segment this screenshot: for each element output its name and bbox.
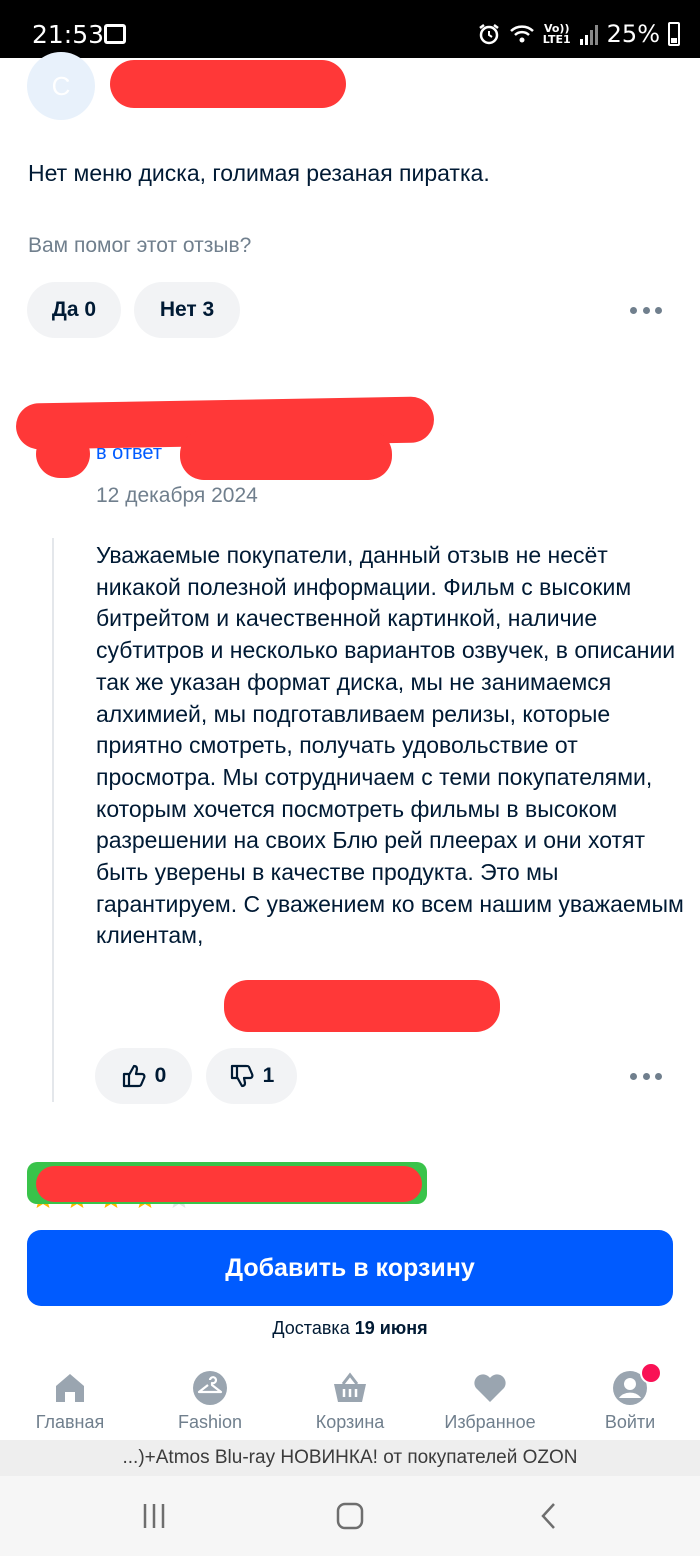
nav-cart[interactable]: Корзина — [280, 1362, 420, 1433]
bottom-nav: Главная Fashion Корзина Избранное Войти — [0, 1362, 700, 1440]
heart-icon — [474, 1374, 506, 1402]
status-icons: Vo)) LTE1 25% — [477, 20, 680, 48]
dislike-button[interactable]: 1 — [206, 1048, 297, 1104]
status-time: 21:53 — [32, 20, 105, 49]
nav-home-label: Главная — [35, 1412, 105, 1432]
helpful-no-label: Нет 3 — [159, 298, 215, 321]
status-bar: 21:53 Vo)) LTE1 25% — [0, 0, 700, 58]
alarm-icon — [479, 24, 499, 45]
review-more-button[interactable] — [630, 306, 662, 314]
nav-favorites-label: Избранное — [444, 1412, 536, 1432]
redacted-reply-target — [180, 430, 392, 480]
review-text: Нет меню диска, голимая резаная пиратка. — [28, 160, 490, 186]
page-title-bar[interactable]: ...)+Atmos Blu-ray НОВИНКА! от покупател… — [0, 1440, 700, 1476]
helpful-yes-label: Да 0 — [51, 298, 97, 321]
wifi-icon — [509, 25, 534, 43]
like-button[interactable]: 0 — [95, 1048, 192, 1104]
nav-fashion[interactable]: Fashion — [140, 1362, 280, 1433]
delivery-prefix: Доставка — [272, 1318, 350, 1338]
reply-to-link[interactable]: в ответ — [96, 442, 162, 465]
delivery-date: 19 июня — [354, 1318, 428, 1338]
back-icon[interactable] — [536, 1502, 564, 1530]
recent-apps-icon[interactable] — [140, 1502, 168, 1530]
hanger-icon — [193, 1371, 227, 1405]
thumbs-down-icon — [230, 1064, 254, 1088]
home-button-icon[interactable] — [336, 1502, 364, 1530]
nav-home[interactable]: Главная — [0, 1362, 140, 1433]
reviewer-avatar[interactable]: С — [27, 52, 95, 120]
nav-fashion-label: Fashion — [177, 1412, 243, 1432]
redacted-next-review-inner — [36, 1166, 422, 1202]
redacted-seller-name-2 — [36, 430, 90, 478]
helpful-no-button[interactable]: Нет 3 — [134, 282, 240, 338]
redacted-reviewer-name — [110, 60, 346, 108]
signal-icon — [579, 25, 598, 45]
reply-date: 12 декабря 2024 — [96, 484, 258, 507]
basket-icon — [334, 1372, 366, 1402]
like-count: 0 — [154, 1064, 167, 1087]
battery-percent: 25% — [606, 20, 660, 48]
battery-icon — [668, 22, 680, 46]
reply-divider — [52, 538, 54, 1102]
gallery-notification-icon — [104, 24, 126, 44]
nav-favorites[interactable]: Избранное — [420, 1362, 560, 1433]
thumbs-up-icon — [122, 1064, 146, 1088]
network-type: Vo)) LTE1 — [542, 22, 571, 46]
notification-badge — [640, 1362, 662, 1384]
redacted-signature — [224, 980, 500, 1032]
nav-cart-label: Корзина — [315, 1412, 385, 1432]
delivery-info: Доставка 19 июня — [0, 1318, 700, 1339]
add-to-cart-button[interactable]: Добавить в корзину — [27, 1230, 673, 1306]
nav-login[interactable]: Войти — [560, 1362, 700, 1433]
system-nav-bar — [0, 1476, 700, 1556]
reply-text: Уважаемые покупатели, данный отзыв не не… — [96, 542, 684, 949]
helpful-question: Вам помог этот отзыв? — [28, 234, 252, 257]
nav-login-label: Войти — [604, 1412, 656, 1432]
home-icon — [56, 1374, 84, 1402]
dislike-count: 1 — [262, 1064, 275, 1087]
helpful-yes-button[interactable]: Да 0 — [27, 282, 121, 338]
reply-more-button[interactable] — [630, 1072, 662, 1080]
